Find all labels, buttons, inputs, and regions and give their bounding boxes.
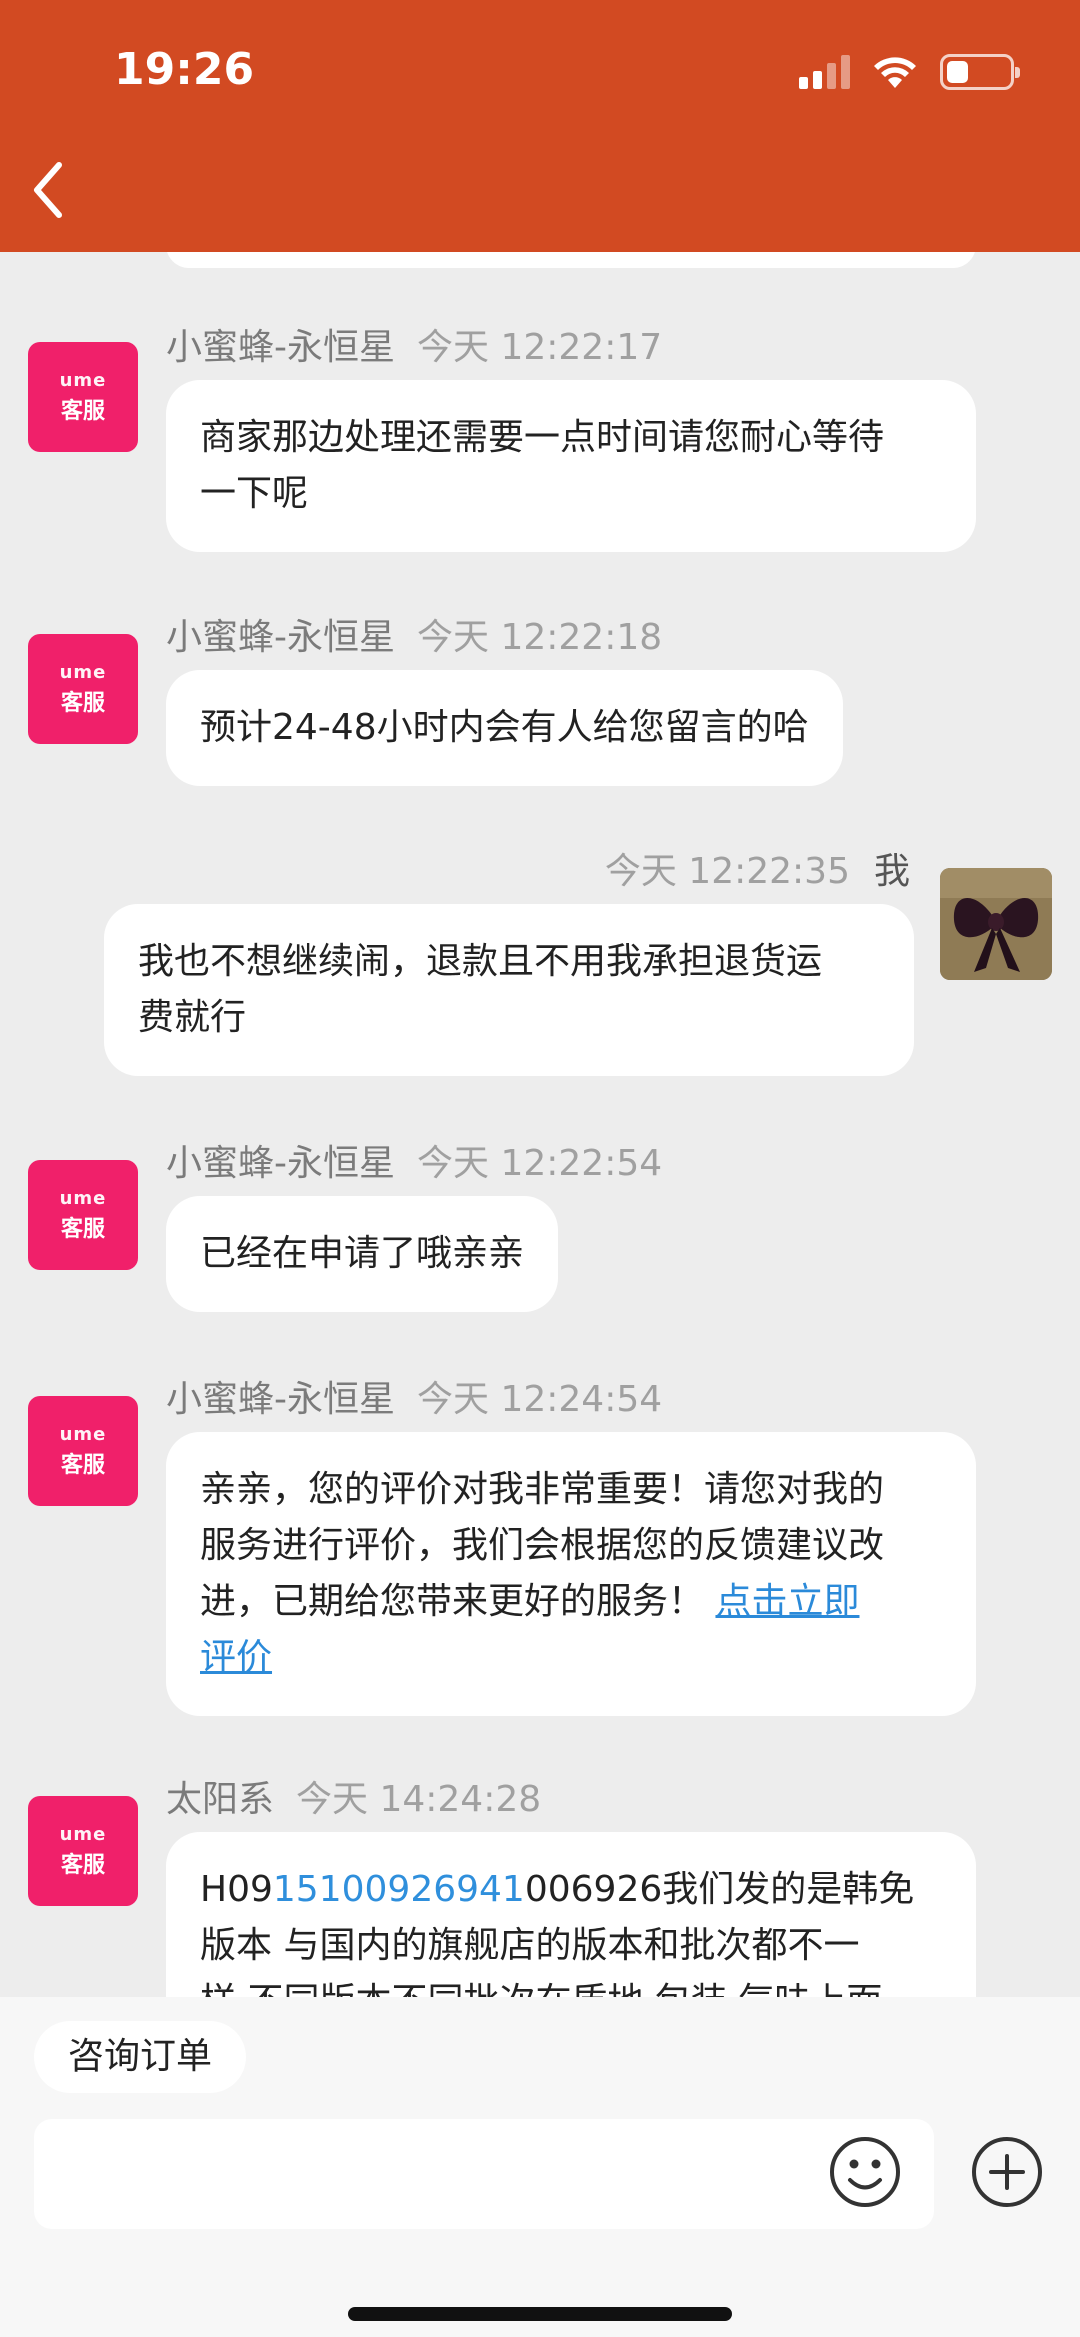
- message-meta: 小蜜蜂-永恒星 今天 12:22:54: [166, 1134, 662, 1186]
- message-bubble[interactable]: 商家那边处理还需要一点时间请您耐心等待 一下呢: [166, 380, 976, 552]
- message-time: 今天 12:22:35: [604, 851, 850, 892]
- customer-service-avatar[interactable]: ume 客服: [28, 1396, 138, 1506]
- message-meta: 小蜜蜂-永恒星 今天 12:24:54: [166, 1370, 662, 1422]
- message-text-line: 一下呢: [200, 473, 309, 514]
- message-time: 今天 12:22:17: [417, 327, 663, 368]
- message-text-line: 费就行: [138, 997, 247, 1038]
- message-text-line: 评价: [200, 1630, 942, 1686]
- message-text-line: 已经在申请了哦亲亲: [200, 1233, 525, 1274]
- back-button[interactable]: [18, 150, 78, 230]
- bottom-input-bar: 咨询订单: [0, 1997, 1080, 2337]
- message-text-line: 商家那边处理还需要一点时间请您耐心等待: [200, 417, 885, 458]
- message-text-line: 服务进行评价，我们会根据您的反馈建议改: [200, 1525, 885, 1566]
- sender-name: 小蜜蜂-永恒星: [166, 1143, 395, 1184]
- message-text-line: H0915100926941006926我们发的是韩免: [200, 1862, 942, 1918]
- sender-name: 小蜜蜂-永恒星: [166, 1379, 395, 1420]
- emoji-button[interactable]: [828, 2135, 902, 2209]
- customer-service-avatar[interactable]: ume 客服: [28, 634, 138, 744]
- wifi-icon: [874, 57, 916, 88]
- top-bar: 19:26: [0, 0, 1080, 252]
- sender-name: 小蜜蜂-永恒星: [166, 327, 395, 368]
- avatar-brand: ume: [59, 1423, 107, 1445]
- customer-service-avatar[interactable]: ume 客服: [28, 1160, 138, 1270]
- quick-reply-consult-order[interactable]: 咨询订单: [34, 2021, 247, 2093]
- message-time: 今天 12:22:54: [417, 1143, 663, 1184]
- status-time: 19:26: [114, 44, 255, 95]
- rate-service-link[interactable]: 点击立即: [715, 1581, 859, 1622]
- message-time: 今天 14:24:28: [296, 1779, 542, 1820]
- user-avatar[interactable]: [940, 868, 1052, 980]
- battery-level: [947, 61, 968, 83]
- message-text-line: 预计24-48小时内会有人给您留言的哈: [200, 707, 809, 748]
- message-input[interactable]: [34, 2119, 934, 2229]
- avatar-label: 客服: [60, 690, 105, 716]
- previous-message-bubble: [166, 252, 976, 268]
- more-options-button[interactable]: [970, 2135, 1044, 2209]
- message-text: 006926我们发的是韩免: [524, 1869, 915, 1910]
- message-text: H09: [200, 1869, 273, 1910]
- message-bubble[interactable]: 我也不想继续闹，退款且不用我承担退货运 费就行: [104, 904, 914, 1076]
- avatar-brand: ume: [59, 1187, 107, 1209]
- message-text: 进，已期给您带来更好的服务！: [200, 1581, 705, 1622]
- cellular-signal-icon: [799, 55, 850, 89]
- message-meta: 太阳系 今天 14:24:28: [166, 1770, 541, 1822]
- avatar-label: 客服: [60, 1216, 105, 1242]
- customer-service-avatar[interactable]: ume 客服: [28, 1796, 138, 1906]
- home-indicator[interactable]: [348, 2307, 732, 2321]
- sender-name: 我: [873, 851, 910, 892]
- message-text-line: 样 不同版本不同批次在质地 包装 气味上面: [200, 1974, 942, 1997]
- message-bubble[interactable]: H0915100926941006926我们发的是韩免 版本 与国内的旗舰店的版…: [166, 1832, 976, 1997]
- rate-service-link[interactable]: 评价: [200, 1637, 272, 1678]
- avatar-brand: ume: [59, 1823, 107, 1845]
- smiley-icon: [830, 2137, 900, 2207]
- avatar-brand: ume: [59, 369, 107, 391]
- message-text-line: 版本 与国内的旗舰店的版本和批次都不一: [200, 1925, 860, 1966]
- avatar-label: 客服: [60, 1452, 105, 1478]
- sender-name: 太阳系: [166, 1779, 275, 1820]
- message-bubble[interactable]: 已经在申请了哦亲亲: [166, 1196, 559, 1312]
- avatar-label: 客服: [60, 398, 105, 424]
- message-time: 今天 12:22:18: [417, 617, 663, 658]
- message-meta: 小蜜蜂-永恒星 今天 12:22:18: [166, 608, 662, 660]
- plus-circle-icon: [972, 2137, 1042, 2207]
- message-time: 今天 12:24:54: [417, 1379, 663, 1420]
- message-meta: 今天 12:22:35 我: [605, 842, 910, 894]
- message-text-line: 进，已期给您带来更好的服务！ 点击立即: [200, 1574, 942, 1630]
- message-text-line: 亲亲，您的评价对我非常重要！请您对我的: [200, 1469, 885, 1510]
- bow-image: [940, 868, 1052, 980]
- battery-icon: [940, 54, 1020, 90]
- message-bubble[interactable]: 预计24-48小时内会有人给您留言的哈: [166, 670, 843, 786]
- avatar-label: 客服: [60, 1852, 105, 1878]
- message-bubble[interactable]: 亲亲，您的评价对我非常重要！请您对我的 服务进行评价，我们会根据您的反馈建议改 …: [166, 1432, 976, 1716]
- chat-message-list[interactable]: ume 客服 小蜜蜂-永恒星 今天 12:22:17 商家那边处理还需要一点时间请…: [0, 252, 1080, 1997]
- phone-number-link[interactable]: 15100926941: [273, 1869, 525, 1910]
- message-text-line: 我也不想继续闹，退款且不用我承担退货运: [138, 941, 823, 982]
- sender-name: 小蜜蜂-永恒星: [166, 617, 395, 658]
- avatar-brand: ume: [59, 661, 107, 683]
- status-icons: [799, 52, 1020, 92]
- chevron-left-icon: [34, 162, 62, 218]
- message-meta: 小蜜蜂-永恒星 今天 12:22:17: [166, 318, 662, 370]
- customer-service-avatar[interactable]: ume 客服: [28, 342, 138, 452]
